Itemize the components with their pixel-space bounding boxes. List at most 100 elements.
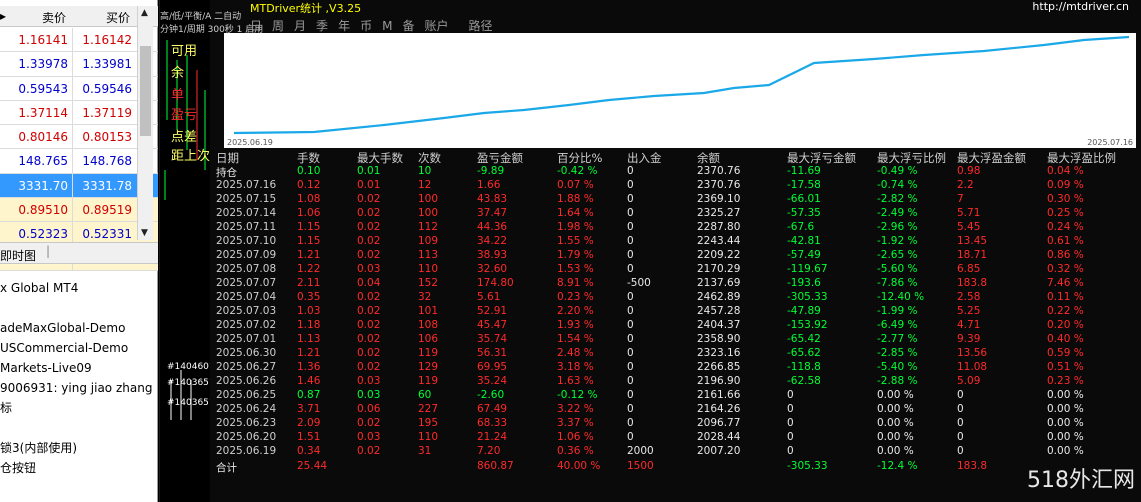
- navigator-item[interactable]: x Global MT4: [0, 278, 158, 298]
- table-cell: -65.62: [787, 347, 821, 359]
- table-cell: 0.02: [357, 221, 381, 233]
- period-tab[interactable]: 周: [272, 19, 284, 33]
- table-cell: 0: [627, 207, 634, 219]
- navigator-item[interactable]: 仓按钮: [0, 458, 158, 478]
- navigator-item[interactable]: [0, 298, 158, 318]
- table-cell: 106: [418, 333, 439, 345]
- table-cell: -5.40 %: [877, 361, 918, 373]
- table-cell: 0.23 %: [1047, 375, 1084, 387]
- table-cell: 32.60: [477, 263, 508, 275]
- table-cell: 2457.28: [697, 305, 741, 317]
- market-watch-row[interactable]: 0.59543 0.59546: [0, 76, 158, 101]
- table-cell: 0.03: [357, 431, 381, 443]
- table-row: 2025.06.27 1.36 0.02 129 69.95 3.18 % 0 2266.85…: [210, 361, 1141, 375]
- period-tab[interactable]: 年: [338, 19, 350, 33]
- period-tabs: 日周月季年币 M 备账户 路径: [250, 17, 503, 34]
- navigator-item[interactable]: [0, 418, 158, 438]
- order-ticket-label: #1403651: [167, 378, 215, 388]
- equity-curve-svg: [233, 35, 1130, 135]
- period-tab[interactable]: 币: [360, 19, 372, 33]
- table-cell: 0.40 %: [1047, 333, 1084, 345]
- period-tab[interactable]: 备: [402, 19, 414, 33]
- period-tab[interactable]: 账户: [424, 19, 448, 33]
- table-cell: 0.02: [357, 291, 381, 303]
- scroll-down-icon[interactable]: ▼: [141, 228, 148, 238]
- table-cell: 21.24: [477, 431, 508, 443]
- table-cell: 183.8: [957, 277, 988, 289]
- table-cell: 2025.07.08: [216, 263, 277, 275]
- market-watch-row[interactable]: 148.765 148.768: [0, 149, 158, 174]
- table-cell: -47.89: [787, 305, 821, 317]
- period-tab[interactable]: M: [382, 19, 392, 33]
- scroll-thumb[interactable]: [140, 46, 151, 136]
- navigator-item[interactable]: 标: [0, 398, 158, 418]
- table-cell: 2007.20: [697, 445, 741, 457]
- period-tab[interactable]: 月: [294, 19, 306, 33]
- scroll-up-icon[interactable]: ▲: [141, 8, 148, 18]
- table-cell: 0.02: [357, 361, 381, 373]
- market-watch-row[interactable]: 0.89510 0.89519: [0, 198, 158, 223]
- period-tab[interactable]: 日: [250, 19, 262, 33]
- tab-tick-chart[interactable]: 即时图: [0, 247, 36, 264]
- table-cell: 0.00 %: [877, 445, 914, 457]
- table-cell: 1.53 %: [557, 263, 594, 275]
- table-cell: 68.33: [477, 417, 508, 429]
- table-cell: 0.02: [357, 249, 381, 261]
- table-cell: 2025.06.20: [216, 431, 277, 443]
- navigator-item[interactable]: adeMaxGlobal-Demo: [0, 318, 158, 338]
- market-watch-row[interactable]: 1.37114 1.37119: [0, 100, 158, 126]
- market-watch-scrollbar[interactable]: ▲ ▼: [137, 6, 153, 240]
- table-cell: -66.01: [787, 193, 821, 205]
- table-cell: 2.11: [297, 277, 321, 289]
- table-cell: 最大浮亏比例: [877, 151, 946, 165]
- period-tab[interactable]: 季: [316, 19, 328, 33]
- table-cell: 0.00 %: [877, 417, 914, 429]
- equity-line: [233, 35, 1130, 135]
- table-cell: 0: [957, 403, 964, 415]
- navigator-item[interactable]: 9006931: ying jiao zhang: [0, 378, 158, 398]
- table-cell: 最大浮盈比例: [1047, 151, 1116, 165]
- navigator-item[interactable]: USCommercial-Demo: [0, 338, 158, 358]
- table-cell: 2.48 %: [557, 347, 594, 359]
- bid-column-header[interactable]: 卖价: [42, 9, 66, 26]
- table-cell: -62.58: [787, 375, 821, 387]
- table-cell: 9.39: [957, 333, 981, 345]
- website-link[interactable]: http://mtdriver.cn: [1032, 0, 1129, 13]
- navigator-item[interactable]: Markets-Live09: [0, 358, 158, 378]
- table-cell: 119: [418, 375, 439, 387]
- table-cell: 0.51 %: [1047, 361, 1084, 373]
- order-ticket-label: #1404601: [167, 362, 215, 372]
- ask-column-header[interactable]: 买价: [106, 9, 130, 26]
- table-cell: 0.86 %: [1047, 249, 1084, 261]
- table-cell: 0.00 %: [1047, 403, 1084, 415]
- table-cell: 0.02: [357, 207, 381, 219]
- table-cell: 0: [787, 431, 794, 443]
- navigator-item[interactable]: 锁3(内部使用): [0, 438, 158, 458]
- table-cell: 0: [787, 445, 794, 457]
- table-cell: 1.55 %: [557, 235, 594, 247]
- table-cell: 0: [627, 361, 634, 373]
- table-cell: 1.51: [297, 431, 321, 443]
- table-cell: 0.00 %: [1047, 431, 1084, 443]
- market-watch-row[interactable]: 0.80146 0.80153: [0, 125, 158, 150]
- table-cell: 3.18 %: [557, 361, 594, 373]
- table-cell: -0.49 %: [877, 165, 918, 177]
- table-cell: 2243.44: [697, 235, 741, 247]
- table-cell: 余额: [697, 151, 720, 165]
- table-cell: 0: [627, 375, 634, 387]
- table-cell: 1.88 %: [557, 193, 594, 205]
- table-cell: 1.36: [297, 361, 321, 373]
- market-watch-row[interactable]: 3331.70 3331.78: [0, 173, 158, 199]
- table-cell: 31: [418, 445, 432, 457]
- market-watch-row[interactable]: 1.33978 1.33981: [0, 52, 158, 77]
- table-cell: 1.21: [297, 347, 321, 359]
- period-tab[interactable]: 路径: [468, 19, 492, 33]
- overlay-label: 余: [171, 66, 185, 81]
- table-cell: 盈亏金额: [477, 151, 523, 165]
- table-header: 日期 手数 最大手数 次数 盈亏金额 百分比% 出入金 余额 最大浮亏金额 最大浮亏比例 最大浮盈金…: [210, 150, 1141, 165]
- holding-row: 持仓 0.10 0.01 10 -9.89 -0.42 % 0 2370.76 -11.69 -0…: [210, 165, 1141, 179]
- table-cell: -2.88 %: [877, 375, 918, 387]
- table-cell: 1.03: [297, 305, 321, 317]
- table-cell: 0: [627, 403, 634, 415]
- market-watch-row[interactable]: 1.16141 1.16142: [0, 28, 158, 53]
